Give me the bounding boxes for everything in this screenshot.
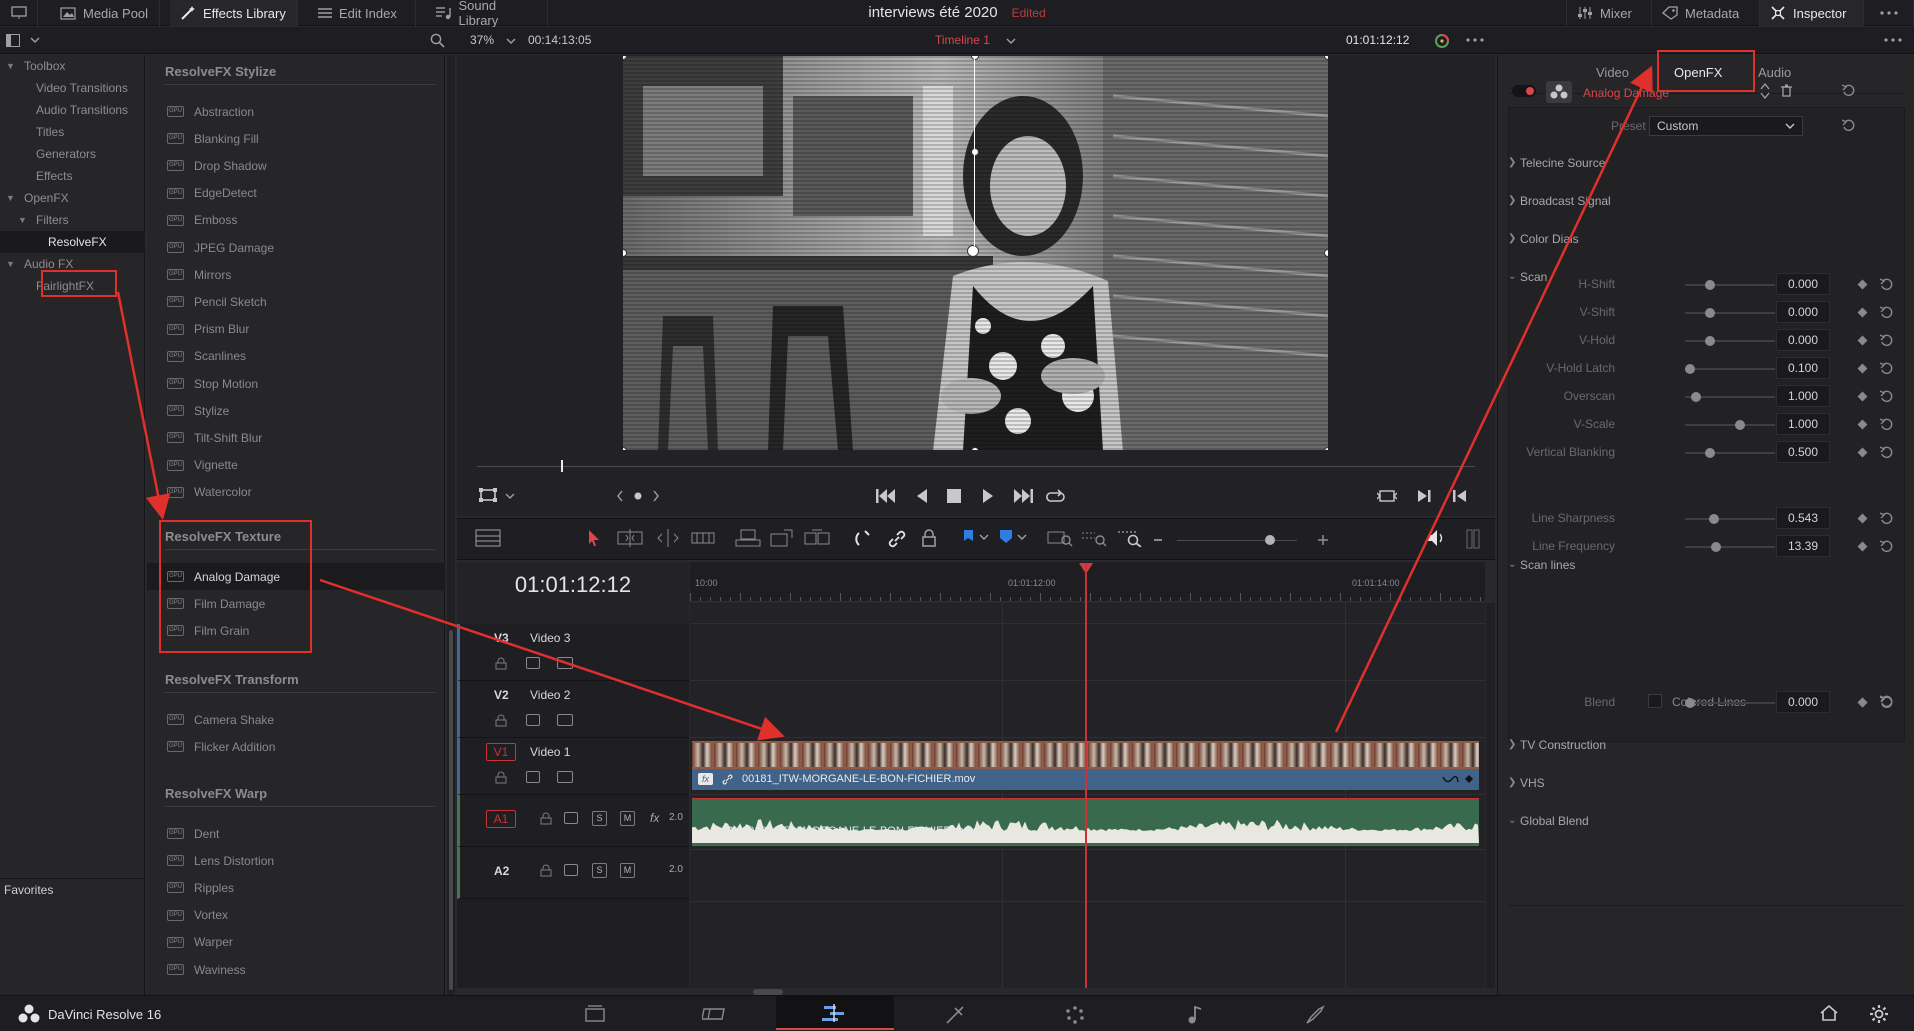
arrow-to-openfx	[1334, 65, 1653, 733]
arrow-to-texture	[116, 291, 171, 520]
annotation-arrows	[116, 65, 1653, 741]
arrow-to-clip	[319, 578, 785, 741]
